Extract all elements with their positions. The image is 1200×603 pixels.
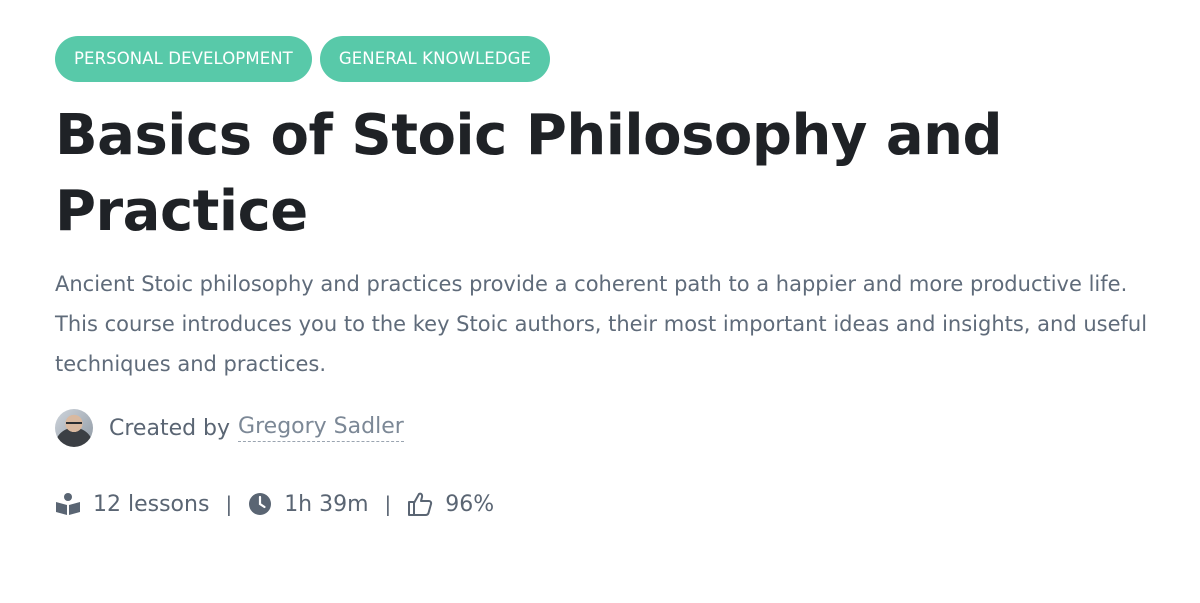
avatar[interactable] [55, 409, 93, 447]
rating-stat: 96% [407, 491, 494, 517]
reading-book-icon [56, 493, 80, 515]
author-name-link[interactable]: Gregory Sadler [238, 414, 404, 442]
thumbs-up-icon [408, 492, 433, 516]
duration-value: 1h 39m [284, 491, 369, 517]
lessons-stat: 12 lessons [55, 492, 209, 517]
stat-separator: | [384, 492, 392, 516]
category-tags: PERSONAL DEVELOPMENT GENERAL KNOWLEDGE [55, 36, 1175, 82]
course-header: PERSONAL DEVELOPMENT GENERAL KNOWLEDGE B… [55, 36, 1175, 522]
stat-separator: | [225, 492, 233, 516]
tag-general-knowledge[interactable]: GENERAL KNOWLEDGE [319, 36, 551, 82]
lessons-count: 12 lessons [93, 491, 210, 517]
course-stats: 12 lessons | 1h 39m | 96% [55, 486, 1175, 522]
tag-personal-development[interactable]: PERSONAL DEVELOPMENT [55, 36, 312, 82]
clock-icon [249, 493, 272, 515]
author-row: Created by Gregory Sadler [55, 408, 1175, 448]
avatar-glasses [66, 422, 82, 428]
created-by-label: Created by [109, 415, 231, 441]
course-description: Ancient Stoic philosophy and practices p… [55, 272, 1148, 376]
duration-stat: 1h 39m [248, 491, 369, 517]
rating-value: 96% [445, 491, 495, 517]
course-title: Basics of Stoic Philosophy and Practice [55, 103, 1003, 244]
